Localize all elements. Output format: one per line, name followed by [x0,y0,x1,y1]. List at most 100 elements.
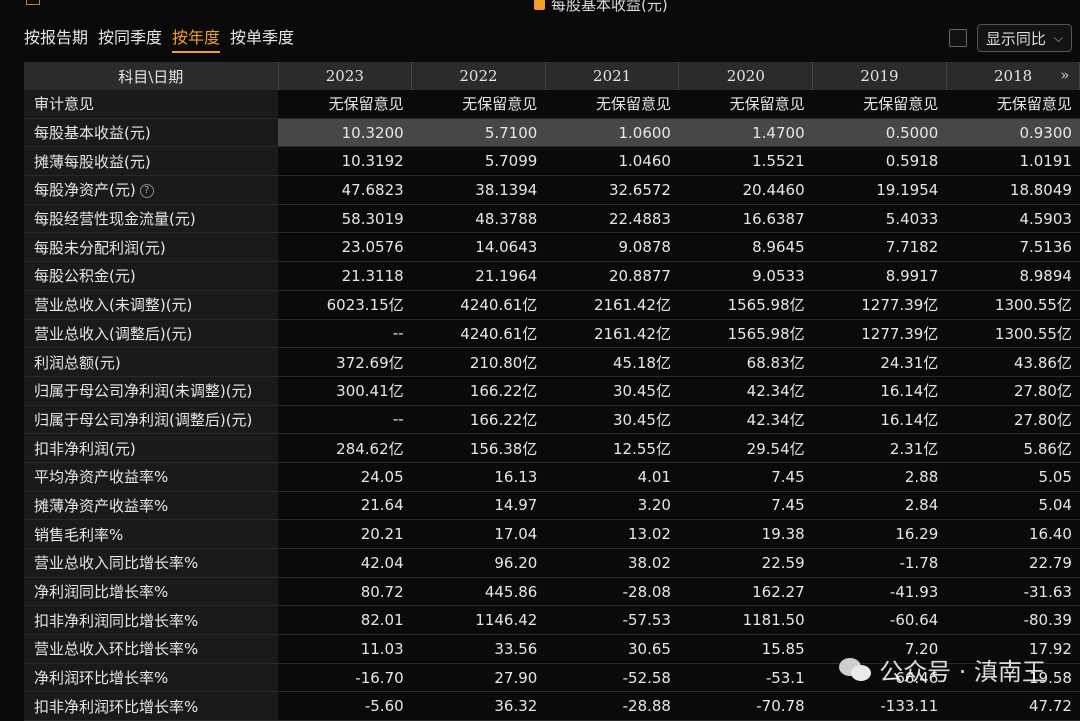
cell-value: 16.14亿 [812,405,947,435]
cell-value: 14.97 [411,491,546,521]
financial-indicators-table: 科目\日期 2023 2022 2021 2020 2019 2018 » 审计… [24,62,1080,721]
header-subject-date: 科目\日期 [24,62,279,90]
row-label-text: 每股未分配利润(元) [34,238,166,257]
tab-by-year[interactable]: 按年度 [172,24,221,53]
table-row[interactable]: 营业总收入环比增长率% 11.03 33.56 30.65 15.85 7.20 17.92 [24,634,1080,664]
cell-value: 1.0191 [946,146,1080,177]
table-row[interactable]: 每股基本收益(元) 10.3200 5.7100 1.0600 1.4700 0.5000… [24,118,1080,148]
row-label: 摊薄每股收益(元) [24,146,278,177]
table-row[interactable]: 营业总收入(未调整)(元) 6023.15亿 4240.61亿 2161.42亿 156… [24,290,1080,320]
cell-value: 27.80亿 [946,376,1080,406]
cell-value: 1565.98亿 [678,290,813,320]
cell-value: -60.64 [812,605,947,636]
row-label: 归属于母公司净利润(调整后)(元) [24,405,278,435]
row-label: 每股净资产(元)? [24,175,278,205]
table-row[interactable]: 每股未分配利润(元) 23.0576 14.0643 9.0878 8.9645 7.71… [24,232,1080,263]
tab-by-same-quarter[interactable]: 按同季度 [98,24,162,53]
table-row[interactable]: 平均净资产收益率% 24.05 16.13 4.01 7.45 2.88 5.05 [24,462,1080,492]
cell-value: 15.85 [678,634,813,664]
cell-value: 5.05 [946,462,1080,492]
cell-value: 无保留意见 [678,90,813,119]
cell-value: -80.39 [946,605,1080,636]
cell-value: 1181.50 [678,605,813,636]
cell-value: -41.93 [812,577,947,607]
cell-value: 19.38 [678,519,813,549]
cell-value: 7.45 [678,462,813,492]
table-row[interactable]: 净利润同比增长率% 80.72 445.86 -28.08 162.27 -41.93 -3… [24,577,1080,607]
cell-value: -28.08 [545,577,679,607]
compare-checkbox[interactable] [948,29,967,47]
cell-value: 4240.61亿 [411,319,546,349]
scroll-right-icon[interactable]: » [1060,66,1069,84]
help-icon[interactable]: ? [139,183,154,198]
cell-value: 16.13 [411,462,546,492]
cell-value: 82.01 [278,605,412,636]
table-row[interactable]: 每股公积金(元) 21.3118 21.1964 20.8877 9.0533 8.991… [24,261,1080,291]
table-row[interactable]: 扣非净利润环比增长率% -5.60 36.32 -28.88 -70.78 -133.11… [24,691,1080,721]
chevron-down-icon: ⌵ [1053,30,1063,45]
cell-value: 21.64 [278,491,412,521]
cell-value: 0.9300 [946,118,1080,148]
row-label-text: 摊薄每股收益(元) [34,152,151,171]
cell-value: 4.01 [545,462,679,492]
table-row[interactable]: 扣非净利润(元) 284.62亿 156.38亿 12.55亿 29.54亿 2.31亿 5… [24,433,1080,463]
table-row[interactable]: 每股经营性现金流量(元) 58.3019 48.3788 22.4883 16.6387… [24,204,1080,234]
table-row[interactable]: 净利润环比增长率% -16.70 27.90 -52.58 -53.1 -66.46 19.… [24,663,1080,693]
cell-value: 无保留意见 [411,90,546,119]
cell-value: -5.60 [278,691,412,721]
row-label: 每股经营性现金流量(元) [24,204,278,234]
cell-value: 156.38亿 [411,433,546,463]
cell-value: -70.78 [678,691,813,721]
row-label-text: 摊薄净资产收益率% [34,496,169,515]
table-row[interactable]: 销售毛利率% 20.21 17.04 13.02 19.38 16.29 16.40 [24,519,1080,549]
header-year: 2021 [545,62,680,90]
cell-value: 8.9894 [946,261,1080,291]
cell-value: 372.69亿 [278,347,412,377]
row-label-text: 归属于母公司净利润(未调整)(元) [34,382,253,401]
cell-value: 16.29 [812,519,947,549]
cell-value: 36.32 [411,691,546,721]
cell-value: 45.18亿 [545,347,679,377]
table-row[interactable]: 摊薄每股收益(元) 10.3192 5.7099 1.0460 1.5521 0.5918… [24,146,1080,177]
table-row[interactable]: 扣非净利润同比增长率% 82.01 1146.42 -57.53 1181.50 -60.… [24,605,1080,636]
cell-value: 21.1964 [411,261,546,291]
table-row[interactable]: 营业总收入同比增长率% 42.04 96.20 38.02 22.59 -1.78 22.7… [24,548,1080,578]
table-row[interactable]: 利润总额(元) 372.69亿 210.80亿 45.18亿 68.83亿 24.31亿 4… [24,347,1080,377]
row-label: 净利润同比增长率% [24,577,278,607]
header-year-last: 2018 » [946,62,1080,90]
table-row[interactable]: 摊薄净资产收益率% 21.64 14.97 3.20 7.45 2.84 5.04 [24,491,1080,521]
tab-by-report-period[interactable]: 按报告期 [24,24,88,53]
cell-value: 166.22亿 [411,376,546,406]
row-label: 每股未分配利润(元) [24,232,278,263]
row-label: 营业总收入环比增长率% [24,634,278,664]
table-row[interactable]: 每股净资产(元)? 47.6823 38.1394 32.6572 20.4460 19.… [24,175,1080,205]
cell-value: 32.6572 [545,175,679,205]
cell-value: -- [278,405,412,435]
legend-label: 每股基本收益(元) [551,0,668,14]
cell-value: 1.0600 [545,118,679,148]
cell-value: 0.5918 [812,146,947,177]
cell-value: 8.9917 [812,261,947,291]
row-label: 每股公积金(元) [24,261,278,291]
cell-value: 10.3200 [278,118,412,148]
financial-table-wrapper: 科目\日期 2023 2022 2021 2020 2019 2018 » 审计… [24,62,1080,721]
cell-value: 43.86亿 [946,347,1080,377]
cell-value: 2.88 [812,462,947,492]
cell-value: 8.9645 [678,232,813,263]
tab-by-single-quarter[interactable]: 按单季度 [230,24,294,53]
cell-value: 7.7182 [812,232,947,263]
cell-value: 无保留意见 [278,90,412,119]
table-row[interactable]: 审计意见 无保留意见 无保留意见 无保留意见 无保留意见 无保留意见 无保留意见 [24,90,1080,119]
table-row[interactable]: 归属于母公司净利润(调整后)(元) -- 166.22亿 30.45亿 42.34亿 16… [24,405,1080,435]
cell-value: 7.45 [678,491,813,521]
row-label-text: 审计意见 [34,95,95,114]
table-row[interactable]: 营业总收入(调整后)(元) -- 4240.61亿 2161.42亿 1565.98亿 1… [24,319,1080,349]
cell-value: 1277.39亿 [812,319,947,349]
cell-value: 7.20 [812,634,947,664]
display-mode-select[interactable]: 显示同比 ⌵ [976,24,1072,52]
cell-value: 1300.55亿 [946,290,1080,320]
row-label-text: 营业总收入同比增长率% [34,554,199,573]
cell-value: 20.21 [278,519,412,549]
cell-value: 4.5903 [946,204,1080,234]
table-row[interactable]: 归属于母公司净利润(未调整)(元) 300.41亿 166.22亿 30.45亿 42.… [24,376,1080,406]
